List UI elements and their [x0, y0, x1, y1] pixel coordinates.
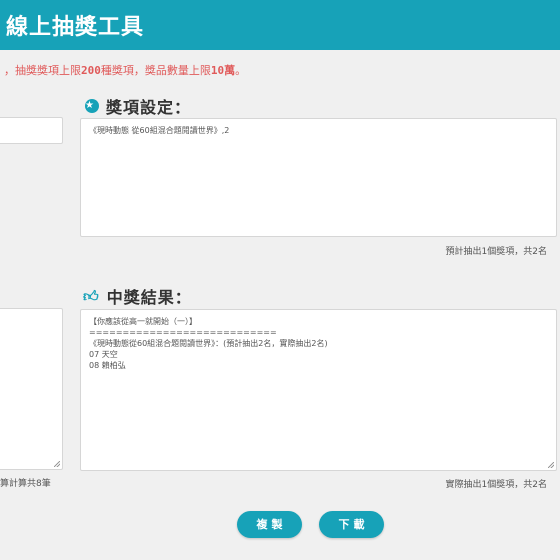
- results-heading: 👍︎ 中獎結果：: [83, 284, 192, 308]
- participants-textarea[interactable]: [0, 308, 63, 470]
- results-title: 中獎結果：: [106, 288, 192, 307]
- star-icon: ★: [85, 99, 99, 113]
- notice-max-prizes: 200: [81, 64, 101, 77]
- results-textarea[interactable]: 【你應該從高一就開始（一）】 =========================…: [80, 309, 557, 471]
- prize-settings-textarea[interactable]: [80, 118, 557, 237]
- thumbs-up-icon: 👍︎: [83, 286, 100, 305]
- limits-notice: ，抽獎獎項上限200種獎項，獎品數量上限10萬。: [4, 62, 246, 78]
- notice-max-quantity: 10萬: [210, 64, 236, 77]
- app-header: 線上抽獎工具: [0, 0, 560, 50]
- app-title: 線上抽獎工具: [6, 15, 145, 40]
- copy-button[interactable]: 複製: [237, 511, 302, 538]
- notice-suffix: 。: [235, 64, 247, 77]
- participant-count: 算計算共8筆: [0, 479, 51, 489]
- prize-settings-heading: ★ 獎項設定：: [85, 94, 191, 118]
- resize-grip[interactable]: [54, 461, 60, 467]
- results-actual: 實際抽出1個獎項，共2名: [445, 480, 547, 490]
- prize-settings-title: 獎項設定：: [106, 98, 192, 117]
- left-top-input[interactable]: [0, 117, 63, 144]
- prize-estimate: 預計抽出1個獎項，共2名: [445, 247, 547, 257]
- results-text: 【你應該從高一就開始（一）】 =========================…: [89, 317, 328, 370]
- resize-grip[interactable]: [548, 462, 554, 468]
- notice-middle: 種獎項，獎品數量上限: [100, 64, 211, 77]
- download-button[interactable]: 下載: [319, 511, 384, 538]
- notice-prefix: ，抽獎獎項上限: [4, 64, 81, 77]
